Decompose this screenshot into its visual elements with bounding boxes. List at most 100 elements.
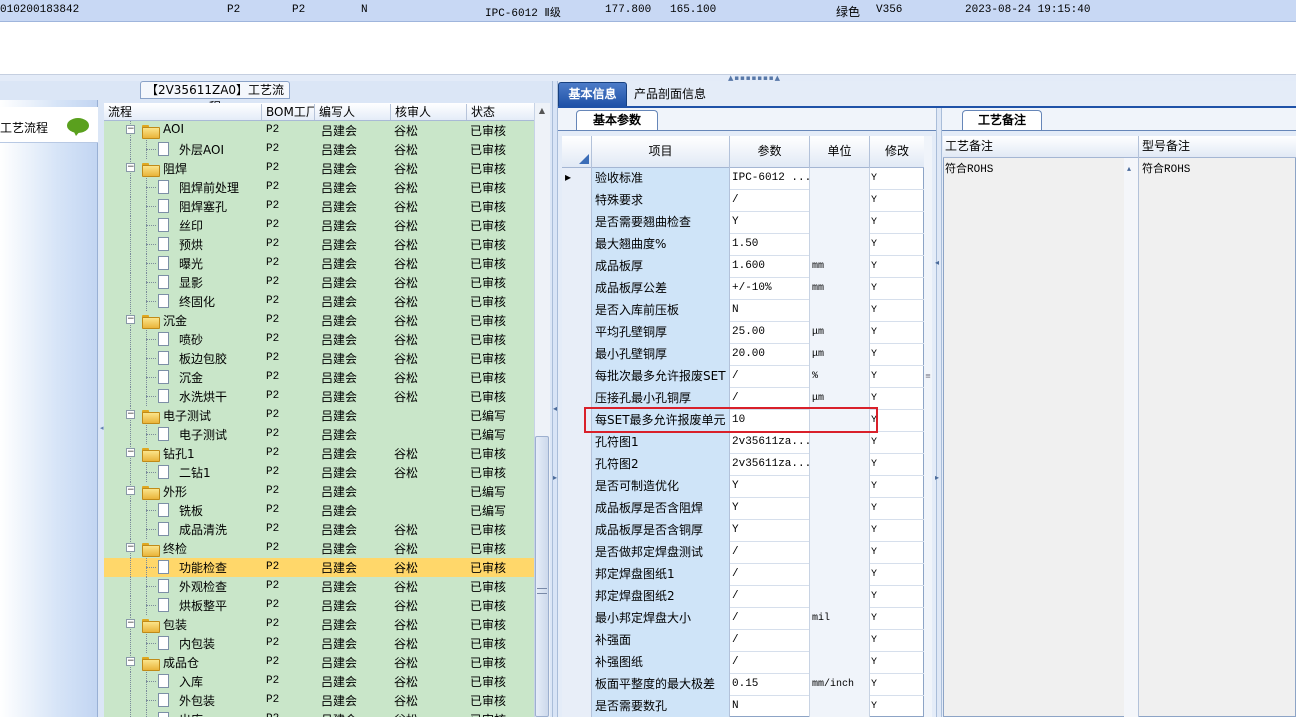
collapse-toggle-icon[interactable]: − — [126, 543, 135, 552]
param-unit-cell[interactable] — [810, 586, 870, 608]
param-unit-cell[interactable] — [810, 432, 870, 454]
params-row[interactable]: 平均孔壁铜厚 25.00 μm Y — [562, 322, 924, 344]
tab-product-profile[interactable]: 产品剖面信息 — [630, 86, 710, 106]
param-modify-cell[interactable]: Y — [870, 454, 924, 476]
param-value-cell[interactable]: / — [730, 564, 810, 586]
collapse-arrow-icon[interactable]: ◂ — [100, 424, 104, 432]
param-modify-cell[interactable]: Y — [870, 586, 924, 608]
row-indicator[interactable] — [562, 542, 592, 564]
row-indicator[interactable] — [562, 498, 592, 520]
param-item-cell[interactable]: 成品板厚公差 — [592, 278, 730, 300]
param-value-cell[interactable]: 2v35611za... — [730, 432, 810, 454]
param-value-cell[interactable]: N — [730, 300, 810, 322]
tab-basic-info[interactable]: 基本信息 — [558, 82, 627, 107]
tree-step-row[interactable]: 功能检查 P2 吕建会 谷松 已审核 — [104, 558, 534, 577]
subtab-basic-params[interactable]: 基本参数 — [576, 110, 658, 131]
scroll-up-arrow-icon[interactable]: ▲ — [536, 106, 548, 118]
param-item-cell[interactable]: 最大翘曲度% — [592, 234, 730, 256]
param-modify-cell[interactable]: Y — [870, 366, 924, 388]
param-value-cell[interactable]: IPC-6012 ... — [730, 168, 810, 190]
param-item-cell[interactable]: 孔符图2 — [592, 454, 730, 476]
tree-group-row[interactable]: − 终检 P2 吕建会 谷松 已审核 — [104, 539, 534, 558]
row-indicator[interactable] — [562, 564, 592, 586]
param-value-cell[interactable]: / — [730, 586, 810, 608]
params-row[interactable]: 最小邦定焊盘大小 / mil Y — [562, 608, 924, 630]
col-header-modify[interactable]: 修改 — [870, 136, 924, 168]
param-unit-cell[interactable] — [810, 696, 870, 717]
params-row[interactable]: 补强面 / Y — [562, 630, 924, 652]
param-value-cell[interactable]: 1.50 — [730, 234, 810, 256]
splitter-arrow-icon[interactable]: ▸ — [553, 473, 557, 482]
splitter-arrow-icon[interactable]: ◂ — [553, 404, 557, 413]
tree-step-row[interactable]: 阻焊前处理 P2 吕建会 谷松 已审核 — [104, 178, 534, 197]
param-modify-cell[interactable]: Y — [870, 256, 924, 278]
tree-group-row[interactable]: − 电子测试 P2 吕建会 已编写 — [104, 406, 534, 425]
param-item-cell[interactable]: 特殊要求 — [592, 190, 730, 212]
splitter-arrow-icon[interactable]: ▸ — [935, 473, 939, 482]
tree-step-row[interactable]: 成品清洗 P2 吕建会 谷松 已审核 — [104, 520, 534, 539]
tree-step-row[interactable]: 阻焊塞孔 P2 吕建会 谷松 已审核 — [104, 197, 534, 216]
params-row[interactable]: 最小孔壁铜厚 20.00 μm Y — [562, 344, 924, 366]
param-modify-cell[interactable]: Y — [870, 652, 924, 674]
param-item-cell[interactable]: 邦定焊盘图纸2 — [592, 586, 730, 608]
tree-step-row[interactable]: 显影 P2 吕建会 谷松 已审核 — [104, 273, 534, 292]
param-modify-cell[interactable]: Y — [870, 234, 924, 256]
param-modify-cell[interactable]: Y — [870, 278, 924, 300]
param-unit-cell[interactable]: mm/inch — [810, 674, 870, 696]
splitter-arrow-icon[interactable]: ◂ — [935, 258, 939, 267]
param-value-cell[interactable]: 2v35611za... — [730, 454, 810, 476]
row-indicator[interactable] — [562, 652, 592, 674]
row-indicator[interactable] — [562, 278, 592, 300]
tree-step-row[interactable]: 终固化 P2 吕建会 谷松 已审核 — [104, 292, 534, 311]
grid-splitter[interactable] — [924, 136, 932, 717]
param-modify-cell[interactable]: Y — [870, 696, 924, 717]
row-indicator[interactable] — [562, 454, 592, 476]
params-row[interactable]: 最大翘曲度% 1.50 Y — [562, 234, 924, 256]
col-header-item[interactable]: 项目 — [592, 136, 730, 168]
params-row[interactable]: 每SET最多允许报废单元 10 Y — [562, 410, 924, 432]
param-unit-cell[interactable] — [810, 300, 870, 322]
param-item-cell[interactable]: 成品板厚是否含阻焊 — [592, 498, 730, 520]
param-modify-cell[interactable]: Y — [870, 322, 924, 344]
params-row[interactable]: 是否入库前压板 N Y — [562, 300, 924, 322]
param-value-cell[interactable]: Y — [730, 476, 810, 498]
row-indicator[interactable] — [562, 608, 592, 630]
param-item-cell[interactable]: 板面平整度的最大极差 — [592, 674, 730, 696]
param-unit-cell[interactable] — [810, 564, 870, 586]
param-item-cell[interactable]: 是否做邦定焊盘测试 — [592, 542, 730, 564]
param-unit-cell[interactable] — [810, 234, 870, 256]
collapse-toggle-icon[interactable]: − — [126, 125, 135, 134]
row-indicator[interactable] — [562, 630, 592, 652]
param-unit-cell[interactable] — [810, 190, 870, 212]
params-row[interactable]: 成品板厚是否含阻焊 Y Y — [562, 498, 924, 520]
col-header-bom-factory[interactable]: BOM工厂 — [262, 104, 315, 120]
collapse-toggle-icon[interactable]: − — [126, 657, 135, 666]
param-item-cell[interactable]: 是否可制造优化 — [592, 476, 730, 498]
param-unit-cell[interactable] — [810, 476, 870, 498]
tree-step-row[interactable]: 二钻1 P2 吕建会 谷松 已审核 — [104, 463, 534, 482]
param-unit-cell[interactable]: mil — [810, 608, 870, 630]
param-modify-cell[interactable]: Y — [870, 608, 924, 630]
params-row[interactable]: 补强图纸 / Y — [562, 652, 924, 674]
param-unit-cell[interactable] — [810, 520, 870, 542]
tree-step-row[interactable]: 烘板整平 P2 吕建会 谷松 已审核 — [104, 596, 534, 615]
param-modify-cell[interactable]: Y — [870, 300, 924, 322]
param-value-cell[interactable]: 20.00 — [730, 344, 810, 366]
record-summary-bar[interactable]: 010200183842 P2 P2 N IPC-6012 Ⅱ级 177.800… — [0, 0, 1296, 22]
param-value-cell[interactable]: / — [730, 608, 810, 630]
collapse-toggle-icon[interactable]: − — [126, 486, 135, 495]
tree-step-row[interactable]: 电子测试 P2 吕建会 已编写 — [104, 425, 534, 444]
param-modify-cell[interactable]: Y — [870, 212, 924, 234]
col-header-checker[interactable]: 核审人 — [391, 104, 467, 120]
collapse-toggle-icon[interactable]: − — [126, 410, 135, 419]
row-indicator[interactable] — [562, 476, 592, 498]
tree-step-row[interactable]: 沉金 P2 吕建会 谷松 已审核 — [104, 368, 534, 387]
speech-bubble-icon[interactable] — [67, 118, 89, 136]
params-row[interactable]: 成品板厚公差 +/-10% mm Y — [562, 278, 924, 300]
row-indicator[interactable] — [562, 432, 592, 454]
tree-step-row[interactable]: 板边包胶 P2 吕建会 谷松 已审核 — [104, 349, 534, 368]
row-indicator[interactable] — [562, 388, 592, 410]
tree-step-row[interactable]: 曝光 P2 吕建会 谷松 已审核 — [104, 254, 534, 273]
col-header-process-note[interactable]: 工艺备注 — [943, 136, 993, 158]
param-value-cell[interactable]: Y — [730, 498, 810, 520]
